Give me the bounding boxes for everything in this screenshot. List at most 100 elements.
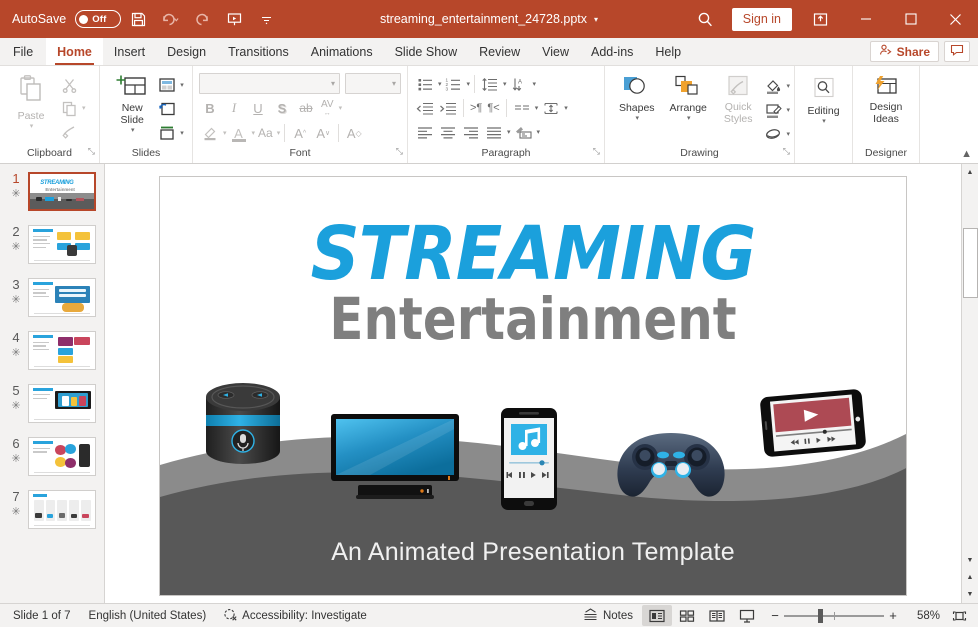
font-name-caret-icon[interactable]: ▾ [331, 79, 335, 88]
change-case-caret-icon[interactable]: ▾ [277, 129, 281, 137]
section-dropdown-caret-icon[interactable]: ▾ [180, 129, 184, 137]
title-dropdown-caret-icon[interactable]: ▾ [594, 15, 598, 24]
zoom-track[interactable] [784, 615, 884, 617]
slide-thumbnail[interactable] [28, 384, 96, 423]
shapes-button[interactable]: Shapes ▾ [613, 72, 661, 124]
tab-slide-show[interactable]: Slide Show [384, 38, 469, 65]
tab-add-ins[interactable]: Add-ins [580, 38, 644, 65]
italic-button[interactable]: I [223, 97, 245, 119]
new-slide-button[interactable]: New Slide ▾ [108, 72, 156, 136]
undo-button[interactable] [155, 5, 185, 33]
scroll-thumb[interactable] [963, 228, 978, 298]
start-presentation-button[interactable] [219, 5, 249, 33]
new-slide-dropdown-caret-icon[interactable]: ▾ [131, 126, 135, 134]
animation-star-icon[interactable]: ✳ [11, 295, 20, 306]
reading-view-button[interactable] [702, 605, 732, 626]
slide-thumbnail[interactable] [28, 331, 96, 370]
zoom-out-button[interactable]: − [766, 608, 784, 623]
arrange-caret-icon[interactable]: ▾ [687, 114, 691, 122]
list-item[interactable]: 6 ✳ [0, 435, 104, 488]
animation-star-icon[interactable]: ✳ [11, 507, 20, 518]
ribbon-display-options-icon[interactable] [798, 0, 843, 38]
tab-design[interactable]: Design [156, 38, 217, 65]
align-text-button[interactable] [540, 97, 562, 119]
font-size-combobox[interactable]: ▾ [345, 73, 401, 94]
tab-review[interactable]: Review [468, 38, 531, 65]
slide-thumbnail[interactable] [28, 490, 96, 529]
shape-outline-button[interactable] [762, 99, 784, 121]
slide-counter[interactable]: Slide 1 of 7 [4, 606, 80, 626]
slide-sorter-button[interactable] [672, 605, 702, 626]
character-spacing-button[interactable]: AV ↔ [319, 97, 336, 119]
sign-in-button[interactable]: Sign in [732, 8, 792, 31]
decrease-indent-button[interactable] [414, 97, 436, 119]
line-spacing-button[interactable] [479, 73, 501, 95]
list-item[interactable]: 7 ✳ [0, 488, 104, 541]
slide-thumbnail[interactable]: STREAMING Entertainment [28, 172, 96, 211]
comments-button[interactable] [944, 41, 970, 62]
shape-outline-caret-icon[interactable]: ▾ [786, 106, 790, 114]
shape-fill-caret-icon[interactable]: ▾ [786, 82, 790, 90]
line-spacing-caret-icon[interactable]: ▾ [503, 80, 507, 88]
animation-star-icon[interactable]: ✳ [11, 189, 20, 200]
slide-thumbnail-pane[interactable]: 1 ✳ STREAMING Entertainment [0, 164, 105, 603]
font-name-combobox[interactable]: ▾ [199, 73, 340, 94]
copy-dropdown-caret-icon[interactable]: ▾ [82, 104, 86, 112]
tab-home[interactable]: Home [46, 38, 103, 65]
slide-show-button[interactable] [732, 605, 762, 626]
font-color-caret-icon[interactable]: ▾ [252, 129, 256, 137]
align-center-button[interactable] [437, 121, 459, 143]
cut-button[interactable] [58, 74, 80, 96]
character-spacing-caret-icon[interactable]: ▾ [339, 104, 343, 112]
reset-slide-button[interactable] [156, 98, 178, 120]
list-item[interactable]: 4 ✳ [0, 329, 104, 382]
language-indicator[interactable]: English (United States) [80, 606, 216, 626]
slide-thumbnail[interactable] [28, 225, 96, 264]
smartart-caret-icon[interactable]: ▾ [537, 128, 541, 136]
collapse-ribbon-button[interactable]: ▲ [961, 148, 972, 160]
list-item[interactable]: 3 ✳ [0, 276, 104, 329]
save-button[interactable] [123, 5, 153, 33]
animation-star-icon[interactable]: ✳ [11, 454, 20, 465]
customize-quick-access-button[interactable] [251, 5, 281, 33]
editing-caret-icon[interactable]: ▾ [822, 117, 826, 125]
numbering-caret-icon[interactable]: ▾ [467, 80, 471, 88]
editing-button[interactable]: Editing ▾ [799, 75, 848, 127]
font-size-caret-icon[interactable]: ▾ [392, 79, 396, 88]
text-shadow-button[interactable]: S [271, 97, 293, 119]
text-highlight-button[interactable] [199, 122, 221, 144]
font-dialog-launcher[interactable]: ⤡ [396, 146, 403, 157]
arrange-button[interactable]: Arrange ▾ [663, 72, 714, 124]
zoom-in-button[interactable]: + [884, 608, 902, 623]
section-button[interactable] [156, 122, 178, 144]
increase-indent-button[interactable] [437, 97, 459, 119]
justify-button[interactable] [483, 121, 505, 143]
shapes-caret-icon[interactable]: ▾ [635, 114, 639, 122]
scroll-down-button[interactable]: ▼ [962, 552, 978, 569]
justify-caret-icon[interactable]: ▾ [507, 128, 511, 136]
text-direction-caret-icon[interactable]: ▾ [533, 80, 537, 88]
slide-subtitle[interactable]: An Animated Presentation Template [160, 538, 906, 567]
design-ideas-button[interactable]: Design Ideas [858, 73, 914, 127]
notes-button[interactable]: Notes [574, 606, 642, 626]
tab-transitions[interactable]: Transitions [217, 38, 300, 65]
slide-editor[interactable]: STREAMING Entertainment [159, 176, 907, 596]
paste-button[interactable]: Paste ▾ [4, 72, 58, 132]
next-slide-button[interactable]: ▼ [962, 586, 978, 603]
slide-thumbnail[interactable] [28, 278, 96, 317]
previous-slide-button[interactable]: ▲ [962, 569, 978, 586]
slide-title-entertainment[interactable]: Entertainment [212, 285, 854, 353]
clipboard-dialog-launcher[interactable]: ⤡ [88, 146, 95, 157]
animation-star-icon[interactable]: ✳ [11, 242, 20, 253]
tab-view[interactable]: View [531, 38, 580, 65]
align-left-button[interactable] [414, 121, 436, 143]
zoom-slider[interactable]: − + [766, 608, 902, 623]
underline-button[interactable]: U [247, 97, 269, 119]
zoom-handle[interactable] [818, 609, 823, 623]
scroll-track[interactable] [962, 181, 978, 552]
change-case-button[interactable]: Aa [256, 122, 275, 144]
tab-insert[interactable]: Insert [103, 38, 156, 65]
align-text-caret-icon[interactable]: ▾ [564, 104, 568, 112]
numbering-button[interactable]: 123 [443, 73, 465, 95]
clear-formatting-button[interactable]: A◇ [343, 122, 365, 144]
